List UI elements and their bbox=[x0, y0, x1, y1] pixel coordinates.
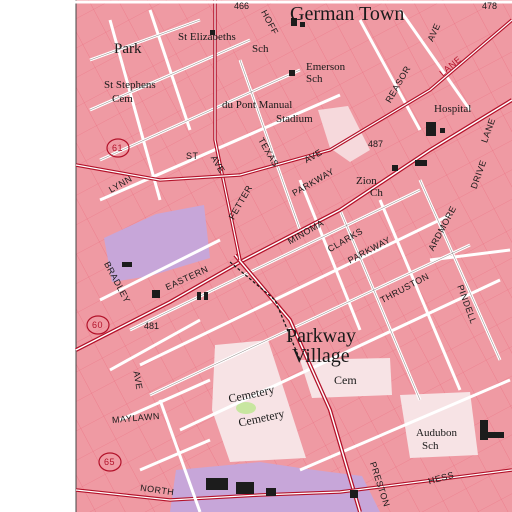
place-emerson-line1: Emerson bbox=[306, 61, 346, 73]
elevation-481: 481 bbox=[144, 321, 160, 331]
place-emerson-line2: Sch bbox=[306, 73, 323, 85]
place-zion-line2: Ch bbox=[370, 187, 383, 199]
elevation-466: 466 bbox=[234, 1, 250, 11]
map-margin bbox=[0, 0, 76, 512]
route-65: 65 bbox=[104, 457, 116, 467]
place-du-pont-line1: du Pont Manual bbox=[222, 99, 293, 111]
place-du-pont-line2: Stadium bbox=[276, 113, 313, 125]
place-audubon-line2: Sch bbox=[422, 440, 439, 452]
place-cem: Cem bbox=[334, 373, 357, 387]
place-st-elizabeths-line1: St Elizabeths bbox=[178, 31, 236, 43]
audubon-grounds bbox=[400, 392, 478, 458]
street-ave-west: AVE bbox=[131, 370, 145, 391]
place-german-town: German Town bbox=[290, 3, 405, 25]
place-zion-line1: Zion bbox=[356, 175, 377, 187]
place-park: Park bbox=[114, 41, 142, 57]
place-st-stephens-line2: Cem bbox=[112, 93, 133, 105]
route-61: 61 bbox=[112, 143, 124, 153]
place-parkway-village-line2: Village bbox=[292, 345, 350, 367]
place-audubon-line1: Audubon bbox=[416, 427, 457, 439]
elevation-478: 478 bbox=[482, 1, 498, 11]
place-parkway-village-line1: Parkway bbox=[286, 325, 356, 347]
place-hospital: Hospital bbox=[434, 103, 472, 115]
topographic-map[interactable]: German Town Parkway Village Park St Step… bbox=[0, 0, 512, 512]
place-st-stephens-line1: St Stephens bbox=[104, 79, 156, 91]
street-st: ST bbox=[186, 151, 199, 161]
route-60: 60 bbox=[92, 320, 104, 330]
elevation-487: 487 bbox=[368, 139, 384, 149]
place-st-elizabeths-line2: Sch bbox=[252, 43, 269, 55]
